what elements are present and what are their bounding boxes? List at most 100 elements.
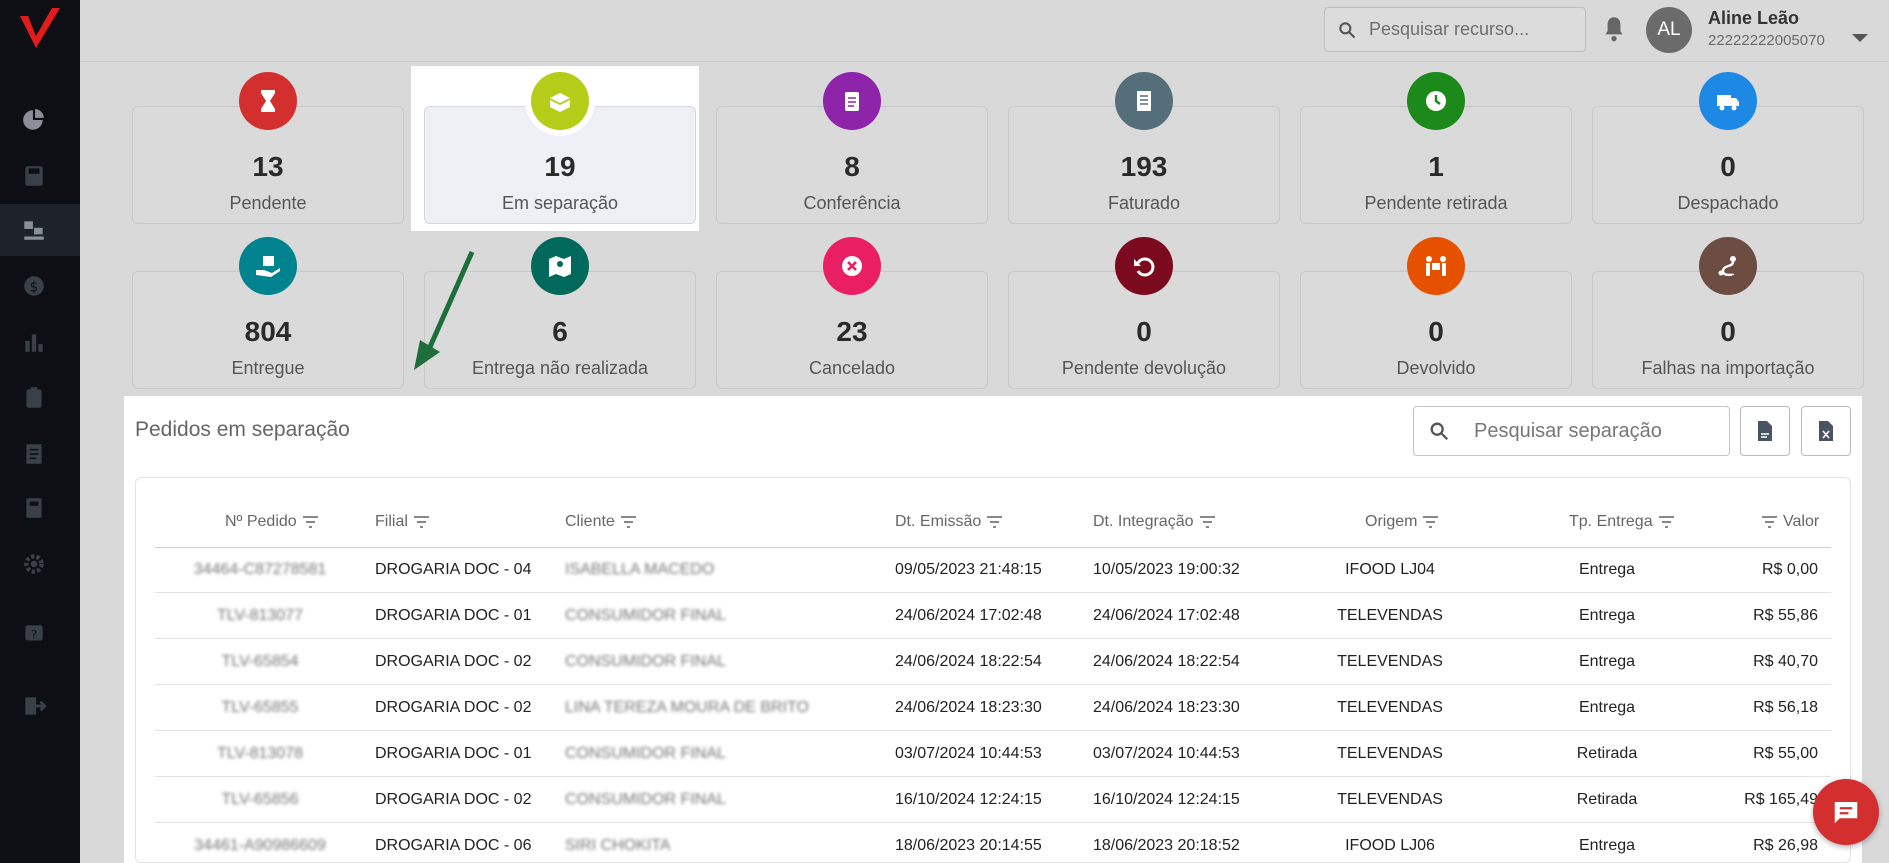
column-header-5[interactable]: Dt. Integração [1093,513,1215,531]
cell-client: ISABELLA MACEDO [565,561,715,578]
cell-client: CONSUMIDOR FINAL [565,745,726,762]
export-excel-button[interactable] [1801,406,1851,456]
column-header-1[interactable]: Nº Pedido [225,513,318,531]
status-label: Pendente [229,193,307,213]
column-header-6[interactable]: Origem [1365,513,1439,531]
sidebar-item-invoices[interactable] [20,440,48,468]
status-label: Cancelado [808,358,896,378]
filter-icon[interactable] [987,516,1003,528]
cell-client: CONSUMIDOR FINAL [565,653,726,670]
sidebar-item-help[interactable]: ? [20,620,48,648]
cell-issue-date: 24/06/2024 18:22:54 [895,653,1042,670]
separation-search-input[interactable] [1474,419,1724,443]
status-count: 0 [1720,151,1736,182]
filter-icon[interactable] [1423,516,1439,528]
status-label: Devolvido [1396,358,1476,378]
chevron-down-icon[interactable] [1852,34,1868,42]
cell-order-id: TLV-65854 [221,653,299,670]
filter-icon[interactable] [302,516,318,528]
sidebar-item-financial[interactable]: $ [20,272,48,300]
column-header-4[interactable]: Dt. Emissão [895,513,1003,531]
hand-box-icon [239,237,297,295]
status-label: Entregue [231,358,305,378]
pdf-file-icon [1758,421,1772,441]
panel-title: Pedidos em separação [135,418,350,441]
sidebar-item-save[interactable] [20,162,48,190]
cell-branch: DROGARIA DOC - 02 [375,699,532,716]
sidebar-item-logout[interactable] [20,692,48,720]
status-label: Pendente devolução [1061,358,1227,378]
cell-order-id: TLV-65855 [221,699,299,716]
chart-icon [25,334,43,352]
cell-integration-date: 24/06/2024 18:23:30 [1093,699,1240,716]
receipt-icon [26,444,42,464]
row-divider [155,822,1831,823]
search-icon [1339,21,1356,38]
column-header-7[interactable]: Tp. Entrega [1569,513,1674,531]
cell-value: R$ 26,98 [1753,837,1818,854]
avatar[interactable]: AL [1646,7,1692,53]
status-count: 1 [1428,151,1444,182]
resource-search-input[interactable] [1369,19,1569,40]
status-count: 804 [244,316,292,347]
row-divider [155,730,1831,731]
column-header-8[interactable]: Valor [1762,513,1819,531]
receipt-icon [1115,72,1173,130]
filter-icon[interactable] [1762,516,1777,528]
cell-integration-date: 16/10/2024 12:24:15 [1093,791,1240,808]
money-icon: $ [24,276,44,296]
column-header-2[interactable]: Filial [375,513,429,531]
export-pdf-button[interactable] [1740,406,1790,456]
column-header-label: Cliente [565,513,615,530]
column-header-label: Tp. Entrega [1569,513,1653,530]
cell-branch: DROGARIA DOC - 01 [375,607,532,624]
cell-order-id: TLV-813078 [217,745,303,762]
separation-search[interactable] [1413,406,1730,456]
column-header-label: Valor [1783,513,1820,530]
filter-icon[interactable] [1658,516,1674,528]
clipboard-icon [26,387,42,408]
sidebar-item-dashboard[interactable] [20,106,48,134]
cell-branch: DROGARIA DOC - 06 [375,837,532,854]
sidebar-item-reports[interactable] [20,328,48,356]
route-icon [1699,237,1757,295]
status-label: Em separação [501,193,619,213]
header-divider [155,547,1831,548]
cancel-icon [823,237,881,295]
cell-value: R$ 40,70 [1753,653,1818,670]
row-divider [155,776,1831,777]
cell-issue-date: 09/05/2023 21:48:15 [895,561,1042,578]
sidebar-item-delivery[interactable] [20,216,48,244]
help-icon: ? [25,625,43,641]
filter-icon[interactable] [1199,516,1215,528]
column-header-label: Filial [375,513,408,530]
cell-client: SIRI CHOKITA [565,837,671,854]
bell-icon[interactable] [1601,14,1627,44]
sidebar-item-checklist[interactable] [20,384,48,412]
filter-icon[interactable] [413,516,429,528]
sidebar-item-settings[interactable] [20,550,48,578]
arrow-annotation [414,250,475,370]
sidebar-item-catalog[interactable] [20,494,48,522]
status-count: 0 [1136,316,1152,347]
column-header-label: Origem [1365,513,1418,530]
chat-button[interactable] [1813,779,1879,845]
filter-icon[interactable] [620,516,636,528]
resource-search[interactable] [1324,7,1586,52]
cell-client: CONSUMIDOR FINAL [565,607,726,624]
status-count: 23 [836,316,868,347]
undo-icon [1115,237,1173,295]
cell-value: R$ 55,86 [1753,607,1818,624]
cell-client: LINA TEREZA MOURA DE BRITO [565,699,809,716]
cell-order-id: TLV-813077 [217,607,303,624]
cell-branch: DROGARIA DOC - 02 [375,791,532,808]
status-label: Falhas na importação [1641,358,1815,378]
status-count: 193 [1120,151,1168,182]
column-header-label: Dt. Emissão [895,513,982,530]
column-header-label: Dt. Integração [1093,513,1194,530]
column-header-3[interactable]: Cliente [565,513,636,531]
brand-logo[interactable] [14,4,64,54]
user-id: 22222222005070 [1708,32,1825,49]
cell-integration-date: 24/06/2024 18:22:54 [1093,653,1240,670]
truck-icon [1699,72,1757,130]
